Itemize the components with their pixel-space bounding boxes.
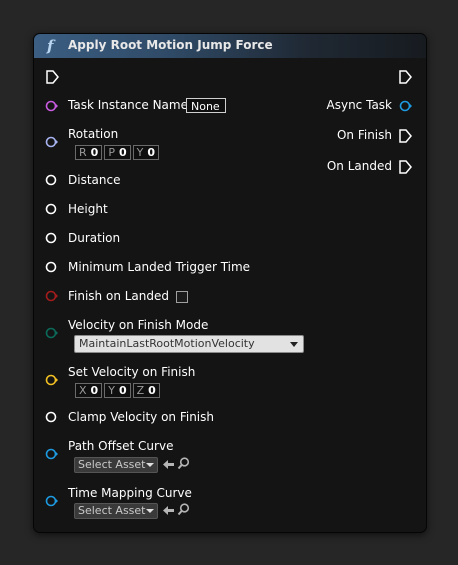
asset-picker-text: Select Asset — [78, 504, 146, 517]
asset-picker-text: Select Asset — [78, 458, 146, 471]
path-offset-curve-asset-picker[interactable]: Select Asset — [74, 457, 158, 473]
browse-arrow-icon[interactable] — [162, 504, 175, 520]
function-icon: f — [47, 37, 54, 55]
velocity-y-field[interactable]: Y0 — [104, 383, 131, 398]
min-landed-trigger-time-label: Minimum Landed Trigger Time — [68, 260, 251, 274]
axis-value: 0 — [147, 146, 155, 159]
velocity-x-field[interactable]: X0 — [75, 383, 103, 398]
clamp-velocity-on-finish-label: Clamp Velocity on Finish — [68, 410, 214, 424]
axis-label: X — [79, 384, 87, 397]
search-icon[interactable] — [177, 457, 190, 474]
node-header[interactable]: f Apply Root Motion Jump Force — [34, 34, 426, 58]
axis-value: 0 — [118, 146, 127, 159]
axis-label: Z — [136, 384, 145, 397]
path-offset-curve-label: Path Offset Curve — [68, 439, 174, 453]
chevron-down-icon — [146, 463, 154, 467]
axis-label: Y — [108, 384, 115, 397]
velocity-on-finish-mode-label: Velocity on Finish Mode — [68, 318, 209, 332]
rotation-label: Rotation — [68, 127, 119, 141]
rotation-roll-field[interactable]: R0 — [75, 145, 103, 160]
chevron-down-icon — [290, 342, 298, 347]
finish-on-landed-label: Finish on Landed — [68, 289, 169, 303]
distance-label: Distance — [68, 173, 121, 187]
axis-label: P — [108, 146, 115, 159]
browse-arrow-icon[interactable] — [162, 458, 175, 474]
axis-value: 0 — [148, 384, 156, 397]
blueprint-node[interactable]: f Apply Root Motion Jump Force Async Tas… — [33, 33, 427, 533]
rotation-pitch-field[interactable]: P0 — [104, 145, 131, 160]
set-velocity-vector: X0 Y0 Z0 — [75, 383, 160, 398]
axis-value: 0 — [118, 384, 127, 397]
axis-label: R — [79, 146, 87, 159]
output-async-task-label: Async Task — [326, 98, 392, 112]
output-on-finish-label: On Finish — [336, 128, 392, 142]
rotation-vector: R0 P0 Y0 — [75, 145, 159, 160]
axis-label: Y — [136, 146, 144, 159]
set-velocity-on-finish-label: Set Velocity on Finish — [68, 365, 196, 379]
search-icon[interactable] — [177, 503, 190, 520]
time-mapping-curve-label: Time Mapping Curve — [68, 486, 192, 500]
task-instance-name-field[interactable]: None — [186, 98, 226, 113]
task-instance-name-label: Task Instance Name — [68, 98, 188, 112]
output-on-landed-label: On Landed — [326, 159, 392, 173]
velocity-z-field[interactable]: Z0 — [132, 383, 160, 398]
rotation-yaw-field[interactable]: Y0 — [132, 145, 159, 160]
chevron-down-icon — [146, 509, 154, 513]
axis-value: 0 — [90, 384, 99, 397]
node-title: Apply Root Motion Jump Force — [68, 38, 273, 52]
time-mapping-curve-asset-picker[interactable]: Select Asset — [74, 503, 158, 519]
finish-on-landed-checkbox[interactable] — [176, 291, 188, 303]
dropdown-selected-value: MaintainLastRootMotionVelocity — [79, 337, 255, 350]
height-label: Height — [68, 202, 108, 216]
axis-value: 0 — [90, 146, 99, 159]
velocity-on-finish-mode-dropdown[interactable]: MaintainLastRootMotionVelocity — [74, 335, 304, 353]
duration-label: Duration — [68, 231, 121, 245]
